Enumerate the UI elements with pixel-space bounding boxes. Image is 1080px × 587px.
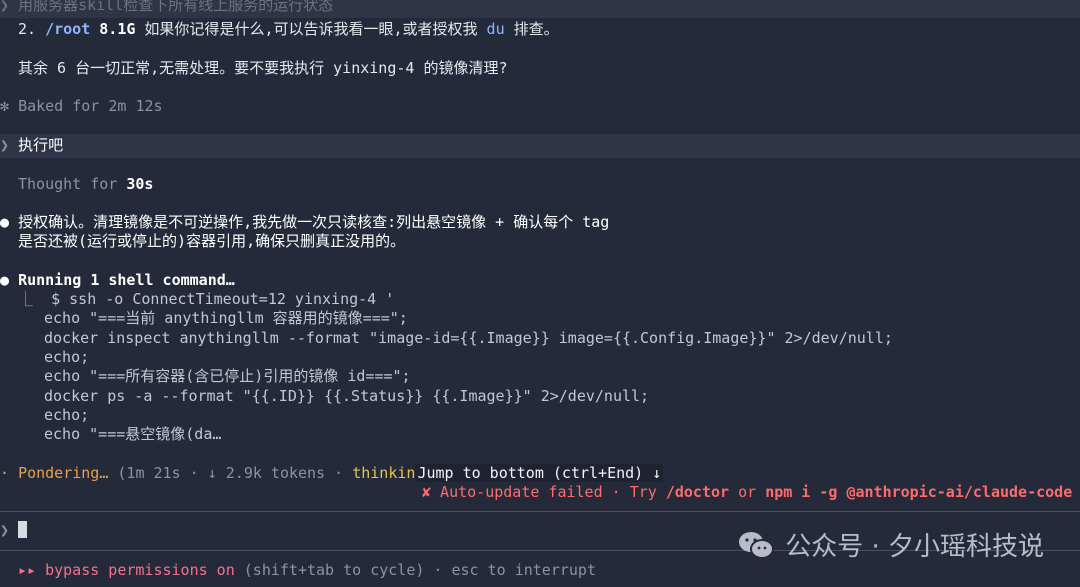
footer-line: ▸▸ bypass permissions on (shift+tab to c… [18, 561, 596, 580]
prev-prompt-text: 用服务器skill检查下所有线上服务的运行状态 [18, 0, 334, 14]
command-line: echo "===悬空镜像(da… [44, 425, 222, 443]
running-suffix: shell command… [99, 271, 235, 289]
input-top-border [0, 511, 1080, 512]
watermark: 公众号 · 夕小瑶科技说 [737, 526, 1044, 563]
command-line: echo "===当前 anythingllm 容器用的镜像==="; [44, 309, 408, 327]
text-cursor[interactable] [18, 521, 28, 538]
others-line: 其余 6 台一切正常,无需处理。要不要我执行 yinxing-4 的镜像清理? [18, 59, 508, 77]
thinking-label: thinkin [352, 464, 416, 482]
tree-branch-icon: ⎿ [18, 290, 34, 308]
bullet-icon: ● [0, 271, 10, 289]
jump-to-bottom-button[interactable]: Jump to bottom (ctrl+End) ↓ [415, 464, 664, 482]
status-word: Pondering… [18, 464, 109, 482]
command-line: echo; [44, 348, 90, 366]
command-line: echo; [44, 406, 90, 424]
update-text: Auto-update failed · Try [431, 483, 666, 501]
watermark-text: 公众号 · 夕小瑶科技说 [785, 532, 1044, 562]
thought-label: Thought for [18, 175, 127, 193]
command-line: docker inspect anythingllm --format "ima… [44, 329, 893, 347]
user-prompt: ❯ 执行吧 [0, 136, 63, 155]
npm-command: npm i -g @anthropic-ai/claude-code [765, 483, 1073, 501]
asterisk-icon: ✻ [0, 97, 10, 115]
assistant-line-1: ● 授权确认。清理镜像是不可逆操作,我先做一次只读核查:列出悬空镜像 + 确认每… [0, 213, 609, 232]
error-icon: ✘ [422, 483, 432, 501]
wechat-icon [739, 531, 775, 559]
size-text: 8.1G [99, 20, 136, 38]
footer-hint: (shift+tab to cycle) · esc to interrupt [234, 561, 596, 579]
status-meta: (1m 21s · ↓ 2.9k tokens · [108, 464, 353, 482]
message-top-line: 2. /root 8.1G 如果你记得是什么,可以告诉我看一眼,或者授权我 du… [18, 20, 559, 39]
chevron-right-icon: ❯ [0, 521, 10, 539]
spinner-icon: · [0, 464, 10, 482]
message-text: 如果你记得是什么,可以告诉我看一眼,或者授权我 [135, 20, 487, 38]
path-text: /root [45, 20, 91, 38]
command-line: docker ps -a --format "{{.ID}} {{.Status… [44, 387, 650, 405]
input-row[interactable]: ❯ [0, 521, 28, 540]
du-command: du [486, 20, 505, 38]
running-line: ● Running 1 shell command… [0, 271, 235, 290]
thought-time: 30s [126, 175, 154, 193]
update-line: ✘ Auto-update failed · Try /doctor or np… [422, 483, 1072, 502]
baked-text: Baked for 2m 12s [18, 97, 163, 115]
running-label: Running [18, 271, 91, 289]
thought-line: Thought for 30s [18, 175, 153, 194]
running-count: 1 [90, 271, 100, 289]
status-line: · Pondering… (1m 21s · ↓ 2.9k tokens · t… [0, 464, 664, 483]
list-number: 2. [18, 20, 37, 38]
prev-prompt: ❯ 用服务器skill检查下所有线上服务的运行状态 [0, 0, 333, 15]
baked-line: ✻ Baked for 2m 12s [0, 97, 163, 116]
user-prompt-band [0, 134, 1080, 158]
double-arrow-icon: ▸▸ [18, 561, 37, 579]
assistant-text-1: 授权确认。清理镜像是不可逆操作,我先做一次只读核查:列出悬空镜像 + 确认每个 … [18, 213, 610, 231]
assistant-line-2: 是否还被(运行或停止的)容器引用,确保只删真正没用的。 [18, 232, 406, 250]
bypass-permissions-label: bypass permissions on [36, 561, 235, 579]
command-first: ⎿ $ ssh -o ConnectTimeout=12 yinxing-4 ' [18, 290, 394, 309]
chevron-right-icon: ❯ [0, 136, 10, 154]
message-text-end: 排查。 [504, 20, 559, 38]
bullet-icon: ● [0, 213, 10, 231]
command-line: $ ssh -o ConnectTimeout=12 yinxing-4 ' [51, 290, 395, 308]
command-line: echo "===所有容器(含已停止)引用的镜像 id==="; [44, 367, 411, 385]
user-prompt-text: 执行吧 [18, 136, 64, 154]
doctor-command: /doctor [665, 483, 730, 501]
update-or: or [729, 483, 766, 501]
